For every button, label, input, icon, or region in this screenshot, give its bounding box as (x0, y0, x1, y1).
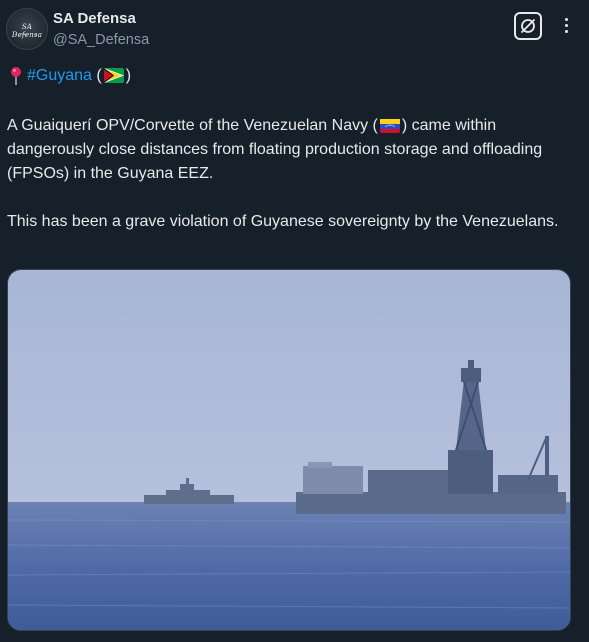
flag-venezuela-icon (379, 118, 400, 133)
avatar[interactable]: SA Defensa (6, 8, 48, 50)
post-text: A Guaiquerí OPV/Corvette of the Venezuel… (7, 114, 577, 234)
paragraph-1-start: A Guaiquerí OPV/Corvette of the Venezuel… (7, 117, 378, 134)
post-paragraph-2: This has been a grave violation of Guyan… (7, 213, 559, 230)
post-media-image[interactable] (7, 269, 571, 631)
grok-button[interactable] (514, 12, 542, 40)
hashtag-guyana-link[interactable]: #Guyana (27, 67, 92, 84)
author-display-name[interactable]: SA Defensa (53, 10, 136, 27)
ocean-vessels-photo (8, 270, 570, 630)
post-paragraph-1: A Guaiquerí OPV/Corvette of the Venezuel… (7, 114, 577, 186)
post-header: SA Defensa SA Defensa @SA_Defensa (0, 0, 589, 60)
grok-icon (521, 19, 535, 33)
paren-open: ( (96, 67, 102, 84)
round-pushpin-icon (9, 66, 23, 86)
avatar-logo-decoration (15, 34, 39, 37)
location-tag-line: #Guyana ( ) (9, 65, 131, 89)
more-options-button[interactable] (555, 12, 579, 40)
paren-close: ) (125, 67, 132, 84)
author-handle[interactable]: @SA_Defensa (53, 32, 149, 48)
flag-guyana-icon (103, 68, 124, 83)
